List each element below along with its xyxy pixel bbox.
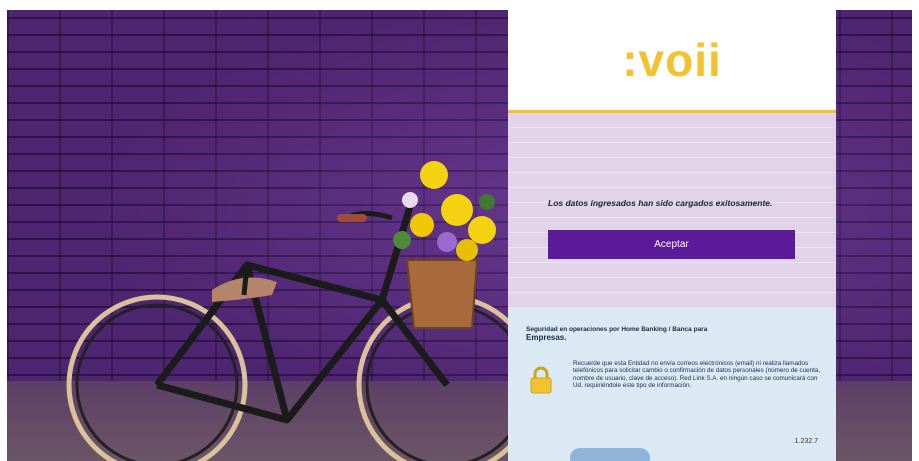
security-title-line2: Empresas. — [526, 333, 567, 342]
brand-logo: :voii — [622, 34, 722, 86]
security-title-line1: Seguridad en operaciones por Home Bankin… — [526, 326, 708, 333]
security-notice: Seguridad en operaciones por Home Bankin… — [508, 308, 836, 461]
success-message: Los datos ingresados han sido cargados e… — [548, 198, 773, 208]
footer-badge — [570, 448, 650, 461]
bicycle-illustration — [66, 161, 522, 461]
accept-button[interactable]: Aceptar — [548, 230, 795, 259]
login-panel: :voii Los datos ingresados han sido carg… — [508, 10, 836, 461]
logo-area: :voii — [508, 10, 836, 113]
message-area: Los datos ingresados han sido cargados e… — [508, 113, 836, 308]
security-text: Recuerde que esta Entidad no envía corre… — [573, 360, 821, 389]
version-label: 1.232.7 — [794, 438, 818, 445]
security-title: Seguridad en operaciones por Home Bankin… — [526, 326, 806, 343]
padlock-icon — [530, 366, 552, 394]
